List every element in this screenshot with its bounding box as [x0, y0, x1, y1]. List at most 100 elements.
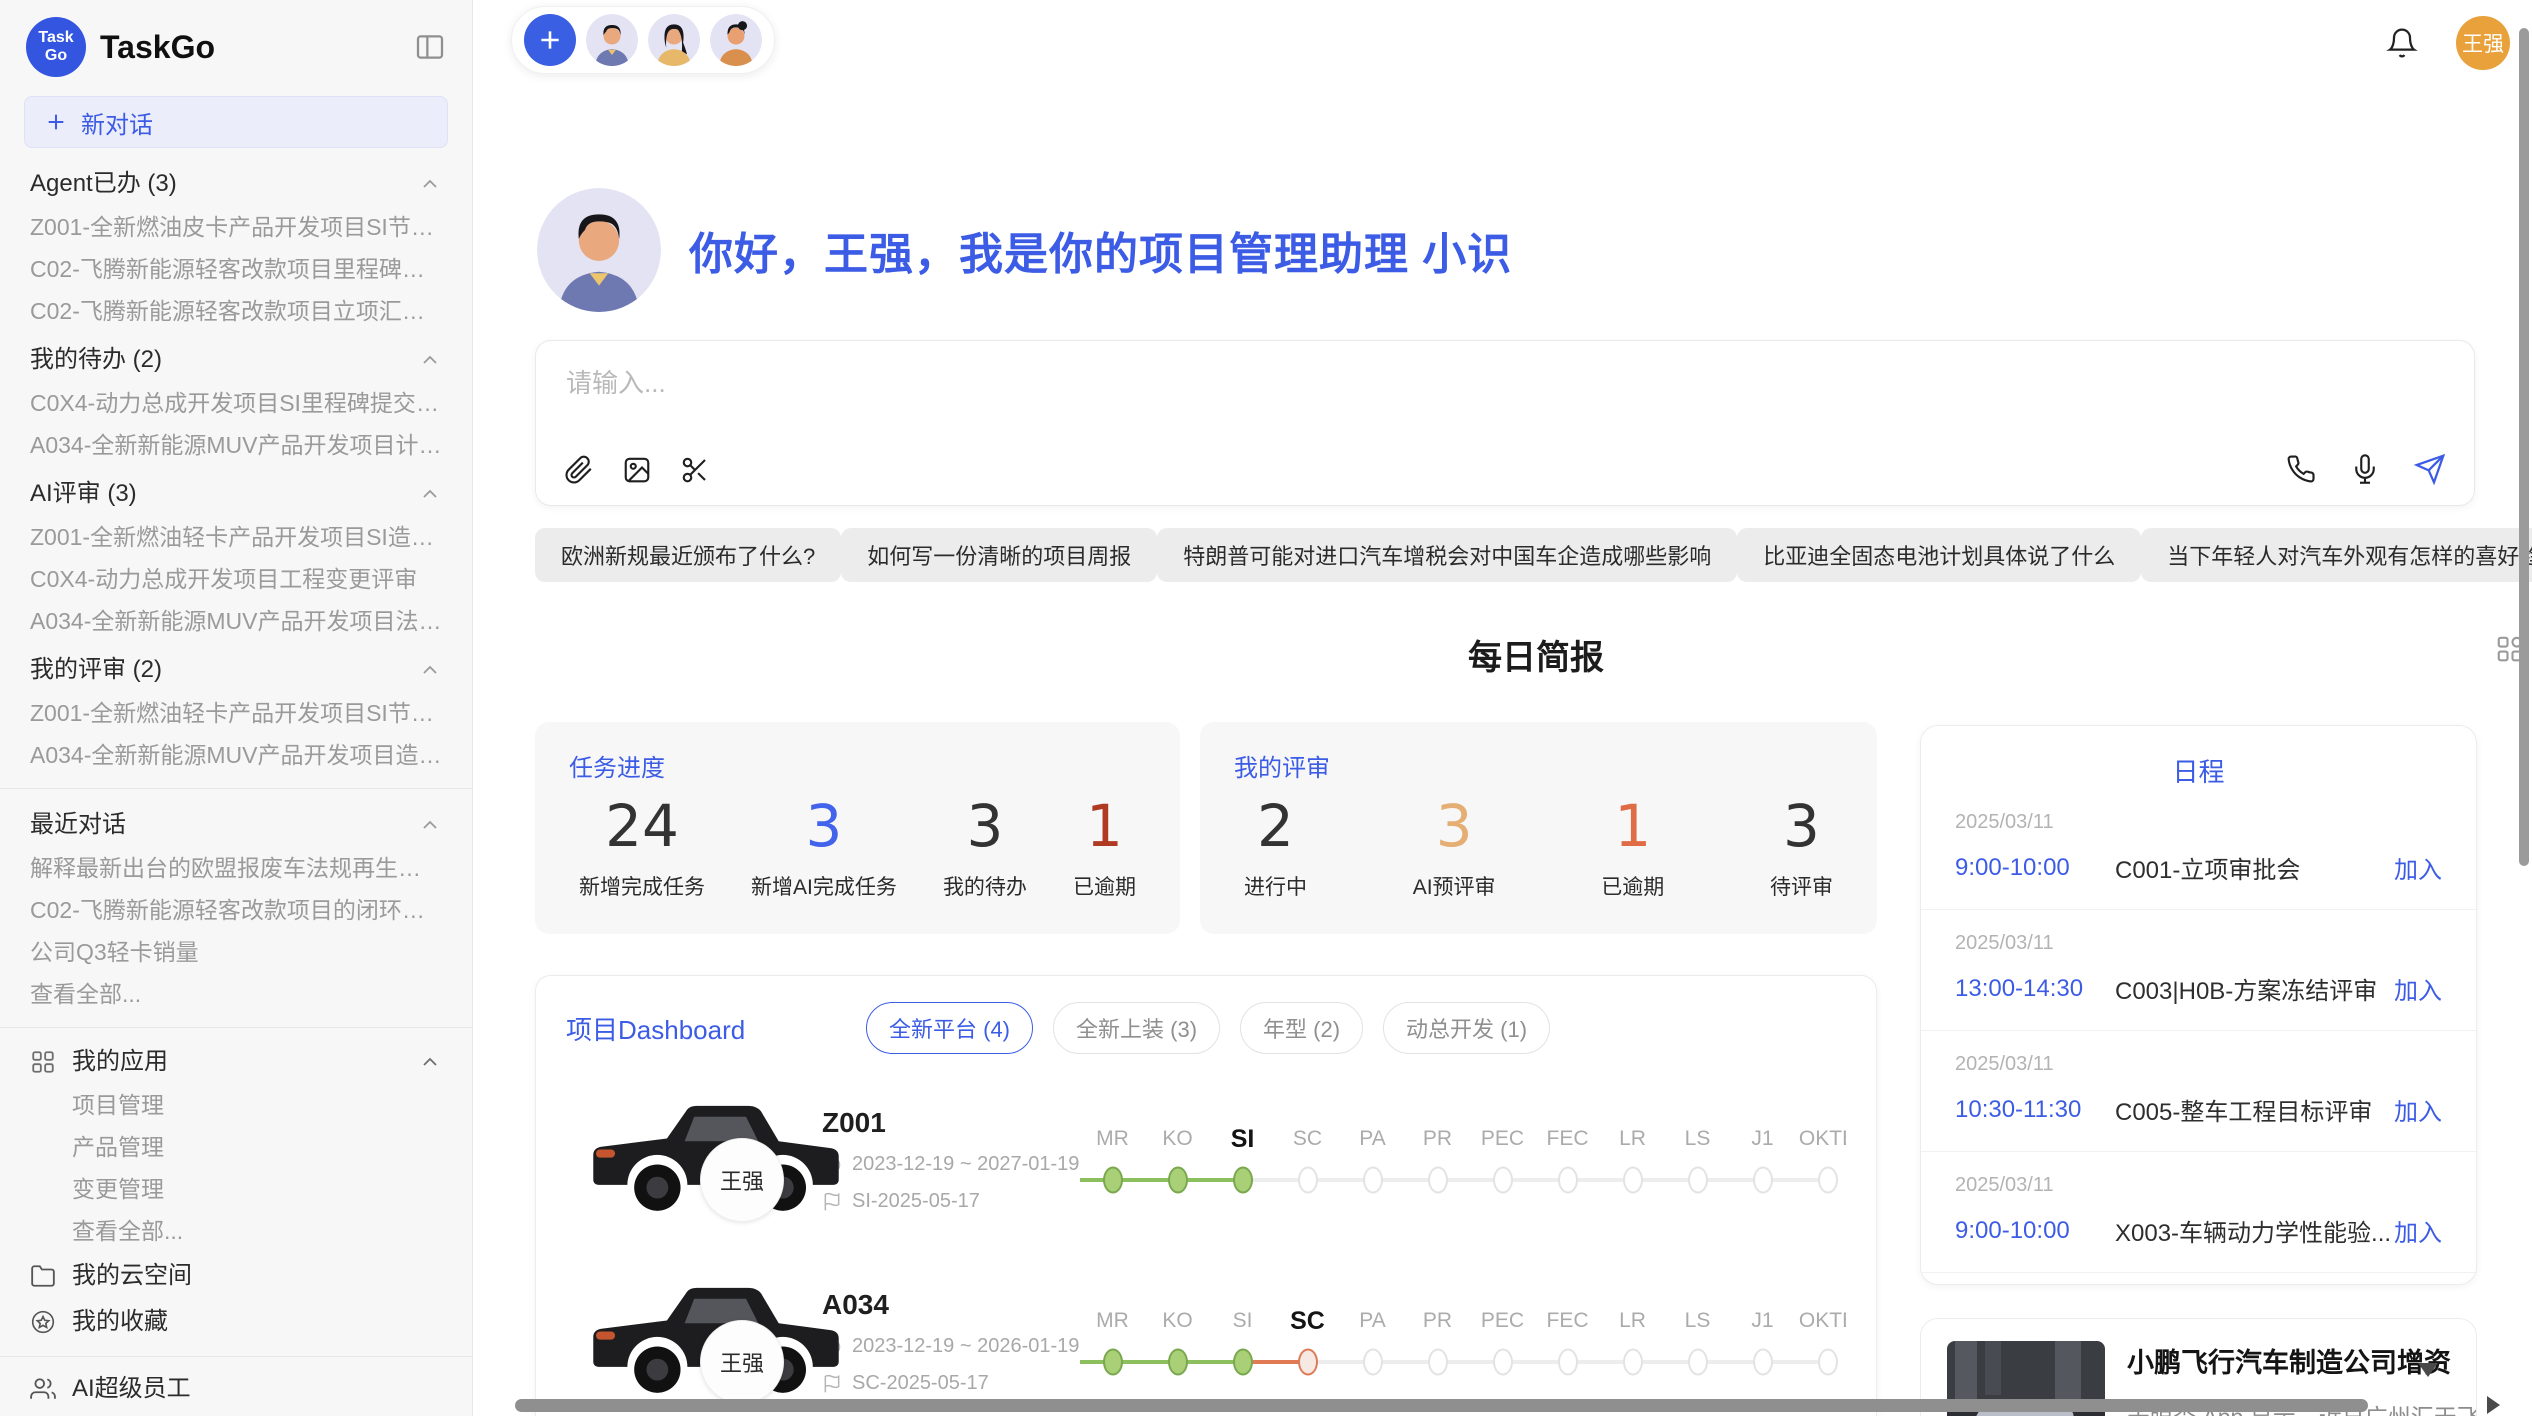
event-date: 2025/03/11 — [1955, 811, 2442, 834]
suggestion-chip[interactable]: 如何写一份清晰的项目周报 — [841, 528, 1157, 582]
app-item[interactable]: 查看全部... — [30, 1218, 442, 1244]
conversation-item[interactable]: C02-飞腾新能源轻客改款项目的闭环通告反馈情况 — [30, 897, 442, 923]
suggestion-chip[interactable]: 比亚迪全固态电池计划具体说了什么 — [1737, 528, 2141, 582]
task-item[interactable]: C02-飞腾新能源轻客改款项目里程碑画布 — [30, 256, 442, 282]
filter-pill[interactable]: 动总开发 (1) — [1383, 1002, 1550, 1054]
stat-label: 已逾期 — [1073, 871, 1136, 901]
task-item[interactable]: Z001-全新燃油轻卡产品开发项目SI节点属性5D文件评审 — [30, 700, 442, 726]
stat-value: 3 — [751, 791, 897, 861]
chat-input[interactable] — [564, 367, 1885, 400]
app-item[interactable]: 项目管理 — [30, 1092, 442, 1118]
stat: 3 AI预评审 — [1413, 791, 1496, 901]
milestone-label: PA — [1340, 1121, 1405, 1157]
sidebar-header: Task Go TaskGo — [0, 0, 472, 94]
stat: 3 新增AI完成任务 — [751, 791, 897, 901]
suggestion-chip[interactable]: 特朗普可能对进口汽车增税会对中国车企造成哪些影响 — [1157, 528, 1737, 582]
milestone: LR — [1600, 1303, 1665, 1385]
milestone-label: SC — [1275, 1303, 1340, 1339]
conversation-item[interactable]: 查看全部... — [30, 981, 442, 1007]
attachment-paperclip-icon[interactable] — [564, 455, 594, 485]
sidebar-item-label: 我的收藏 — [72, 1308, 168, 1336]
schedule-card: 日程 2025/03/11 9:00-10:00 C001-立项审批会 加入 2… — [1920, 725, 2477, 1285]
filter-label: 全新平台 (4) — [889, 1017, 1010, 1042]
horizontal-scrollbar-thumb[interactable] — [515, 1399, 2368, 1412]
suggestion-chip[interactable]: 欧洲新规最近颁布了什么? — [535, 528, 841, 582]
milestone-node — [1795, 1339, 1846, 1385]
section-header-agent-done[interactable]: Agent已办 (3) — [30, 170, 442, 198]
milestone-label: LR — [1600, 1121, 1665, 1157]
task-item[interactable]: A034-全新新能源MUV产品开发项目造型可行性评审 — [30, 742, 442, 768]
send-icon[interactable] — [2414, 453, 2446, 485]
project-row[interactable]: 王强 A034 2023-12-19 ~ 2026-01-19 SC-2025-… — [566, 1266, 1846, 1416]
scissors-icon[interactable] — [680, 455, 710, 485]
owner-badge: 王强 — [700, 1320, 784, 1404]
join-link[interactable]: 加入 — [2394, 850, 2442, 885]
milestone-label: MR — [1080, 1121, 1145, 1157]
phone-icon[interactable] — [2286, 454, 2316, 484]
stat-value: 3 — [943, 791, 1027, 861]
task-item[interactable]: C0X4-动力总成开发项目SI里程碑提交物检查 — [30, 390, 442, 416]
scroll-right-arrow[interactable] — [2487, 1396, 2500, 1414]
section-title: 我的待办 (2) — [30, 346, 162, 374]
app-item[interactable]: 变更管理 — [30, 1176, 442, 1202]
app-item[interactable]: 产品管理 — [30, 1134, 442, 1160]
suggestion-chip[interactable]: 当下年轻人对汽车外观有怎样的喜好趋势 — [2141, 528, 2532, 582]
stat-value: 1 — [1601, 791, 1664, 861]
section-header-recent-chats[interactable]: 最近对话 — [30, 811, 442, 839]
conversation-item[interactable]: 公司Q3轻卡销量 — [30, 939, 442, 965]
milestone-dot — [1428, 1167, 1448, 1194]
section-header-my-todo[interactable]: 我的待办 (2) — [30, 346, 442, 374]
sidebar-item-cloud-space[interactable]: 我的云空间 — [30, 1262, 442, 1290]
filter-pill[interactable]: 全新上装 (3) — [1053, 1002, 1220, 1054]
new-chat-button[interactable]: 新对话 — [24, 96, 448, 148]
app-root: Task Go TaskGo 新对话 Agent已办 (3) Z00 — [0, 0, 2532, 1416]
microphone-icon[interactable] — [2350, 454, 2380, 484]
filter-pill[interactable]: 全新平台 (4) — [866, 1002, 1033, 1054]
milestone-label: J1 — [1730, 1303, 1795, 1339]
task-item[interactable]: A034-全新新能源MUV产品开发项目法规符合性评审 — [30, 608, 442, 634]
task-item[interactable]: Z001-全新燃油皮卡产品开发项目SI节点Lesson Learn报告 — [30, 214, 442, 240]
milestone: SC — [1275, 1121, 1340, 1203]
milestone-dot — [1493, 1167, 1513, 1194]
join-link[interactable]: 加入 — [2394, 1213, 2442, 1248]
add-button[interactable] — [524, 14, 576, 66]
milestone: SI — [1210, 1303, 1275, 1385]
avatar[interactable] — [710, 14, 762, 66]
avatar[interactable] — [648, 14, 700, 66]
join-link[interactable]: 加入 — [2394, 1092, 2442, 1127]
task-item[interactable]: C02-飞腾新能源轻客改款项目立项汇报方案 — [30, 298, 442, 324]
conversation-item[interactable]: 解释最新出台的欧盟报废车法规再生塑料比例被调至15%... — [30, 855, 442, 881]
image-icon[interactable] — [622, 455, 652, 485]
logo-text-top: Task — [38, 29, 73, 47]
milestone-label: FEC — [1535, 1303, 1600, 1339]
milestone-label: SC — [1275, 1121, 1340, 1157]
sidebar-item-label: 我的云空间 — [72, 1262, 192, 1290]
section-header-my-review[interactable]: 我的评审 (2) — [30, 656, 442, 684]
user-avatar[interactable]: 王强 — [2456, 16, 2510, 70]
section-header-ai-review[interactable]: AI评审 (3) — [30, 480, 442, 508]
sidebar-item-favorites[interactable]: 我的收藏 — [30, 1308, 442, 1336]
vertical-scrollbar-thumb[interactable] — [2519, 28, 2529, 866]
section-title: 我的应用 — [72, 1048, 402, 1076]
notification-bell-icon[interactable] — [2386, 27, 2418, 59]
section-header-my-apps[interactable]: 我的应用 — [30, 1048, 442, 1076]
scroll-down-arrow[interactable] — [2418, 1363, 2438, 1377]
project-row[interactable]: 王强 Z001 2023-12-19 ~ 2027-01-19 SI-2025-… — [566, 1084, 1846, 1236]
avatar[interactable] — [586, 14, 638, 66]
milestone-dot — [1103, 1167, 1123, 1194]
stat-label: 新增AI完成任务 — [751, 871, 897, 901]
view-all-schedule-link[interactable]: 查看所有日程 — [1921, 1273, 2476, 1285]
composer-left-tools — [564, 455, 710, 485]
sidebar-collapse-icon[interactable] — [414, 31, 446, 63]
chevron-up-icon — [418, 813, 442, 837]
event-time: 9:00-10:00 — [1955, 854, 2115, 882]
milestone: MR — [1080, 1303, 1145, 1385]
task-item[interactable]: C0X4-动力总成开发项目工程变更评审 — [30, 566, 442, 592]
stat: 1 已逾期 — [1601, 791, 1664, 901]
sidebar-item-ai-employee[interactable]: AI超级员工 — [30, 1375, 442, 1403]
filter-pill[interactable]: 年型 (2) — [1240, 1002, 1363, 1054]
join-link[interactable]: 加入 — [2394, 971, 2442, 1006]
stat: 2 进行中 — [1244, 791, 1307, 901]
task-item[interactable]: A034-全新新能源MUV产品开发项目计划变更表编写 — [30, 432, 442, 458]
task-item[interactable]: Z001-全新燃油轻卡产品开发项目SI造型提交物评审 — [30, 524, 442, 550]
